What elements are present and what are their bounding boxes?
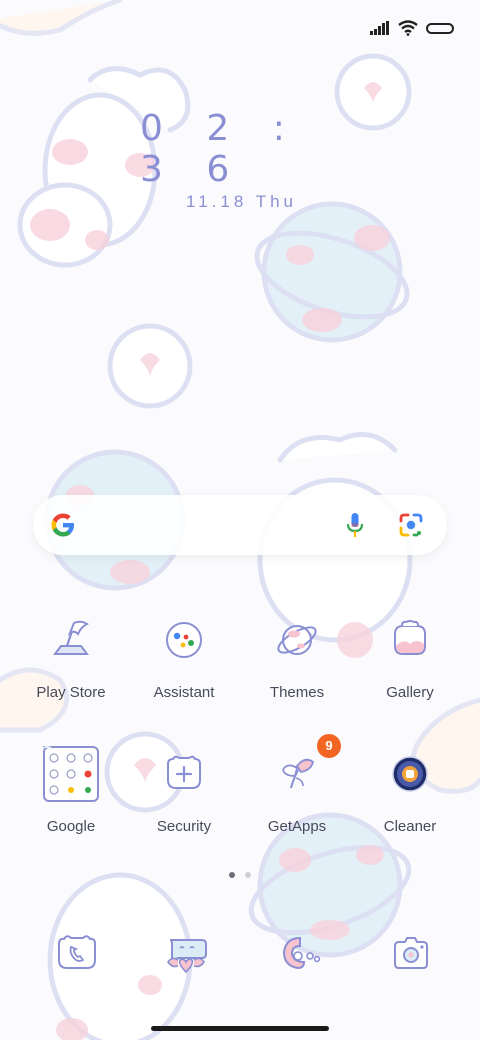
dock-camera[interactable] xyxy=(383,926,439,982)
app-label: Play Store xyxy=(36,684,106,701)
status-bar xyxy=(370,14,454,42)
gallery-icon xyxy=(394,620,426,655)
camera-icon xyxy=(394,937,428,969)
page-dot-active xyxy=(229,872,235,878)
home-indicator[interactable] xyxy=(151,1026,329,1031)
battery-icon xyxy=(426,22,454,34)
app-label: Themes xyxy=(269,684,325,701)
browser-icon xyxy=(282,936,321,970)
dock-browser[interactable] xyxy=(270,926,326,982)
app-label: Google xyxy=(46,818,96,835)
lens-icon[interactable] xyxy=(397,511,425,539)
page-indicator[interactable] xyxy=(229,872,251,878)
app-gallery[interactable]: Gallery xyxy=(354,612,466,701)
mic-icon[interactable] xyxy=(341,511,369,539)
clock-time[interactable]: 0 2 : 3 6 xyxy=(140,108,350,190)
app-label: Security xyxy=(156,818,212,835)
cellular-signal-icon xyxy=(370,21,389,35)
app-cleaner[interactable]: Cleaner xyxy=(354,746,466,835)
app-label: Gallery xyxy=(386,684,434,701)
wifi-icon xyxy=(398,20,418,36)
app-assistant[interactable]: Assistant xyxy=(128,612,240,701)
google-g-icon xyxy=(51,513,74,537)
dock-phone[interactable] xyxy=(49,926,105,982)
dock-messages[interactable] xyxy=(158,926,214,982)
message-icon xyxy=(167,939,207,974)
app-getapps[interactable]: 9 GetApps xyxy=(241,734,353,835)
folder-icon xyxy=(40,744,99,802)
app-themes[interactable]: Themes xyxy=(241,612,353,701)
flag-icon xyxy=(53,620,89,655)
assistant-icon xyxy=(166,622,202,658)
phone-icon xyxy=(58,935,96,969)
planet-icon xyxy=(277,625,317,655)
app-google-folder[interactable]: Google xyxy=(15,744,127,835)
page-dot xyxy=(245,872,251,878)
app-security[interactable]: Security xyxy=(128,746,240,835)
shield-plus-icon xyxy=(167,755,201,789)
app-play-store[interactable]: Play Store xyxy=(15,612,127,701)
clock-date[interactable]: 11.18 Thu xyxy=(186,192,297,212)
google-search-bar[interactable] xyxy=(33,495,447,555)
app-label: Cleaner xyxy=(383,818,437,835)
butterfly-icon xyxy=(282,758,315,789)
notification-badge: 9 xyxy=(317,734,341,758)
app-label: Assistant xyxy=(153,684,215,701)
app-label: GetApps xyxy=(267,818,327,835)
cleaner-icon xyxy=(392,756,428,792)
